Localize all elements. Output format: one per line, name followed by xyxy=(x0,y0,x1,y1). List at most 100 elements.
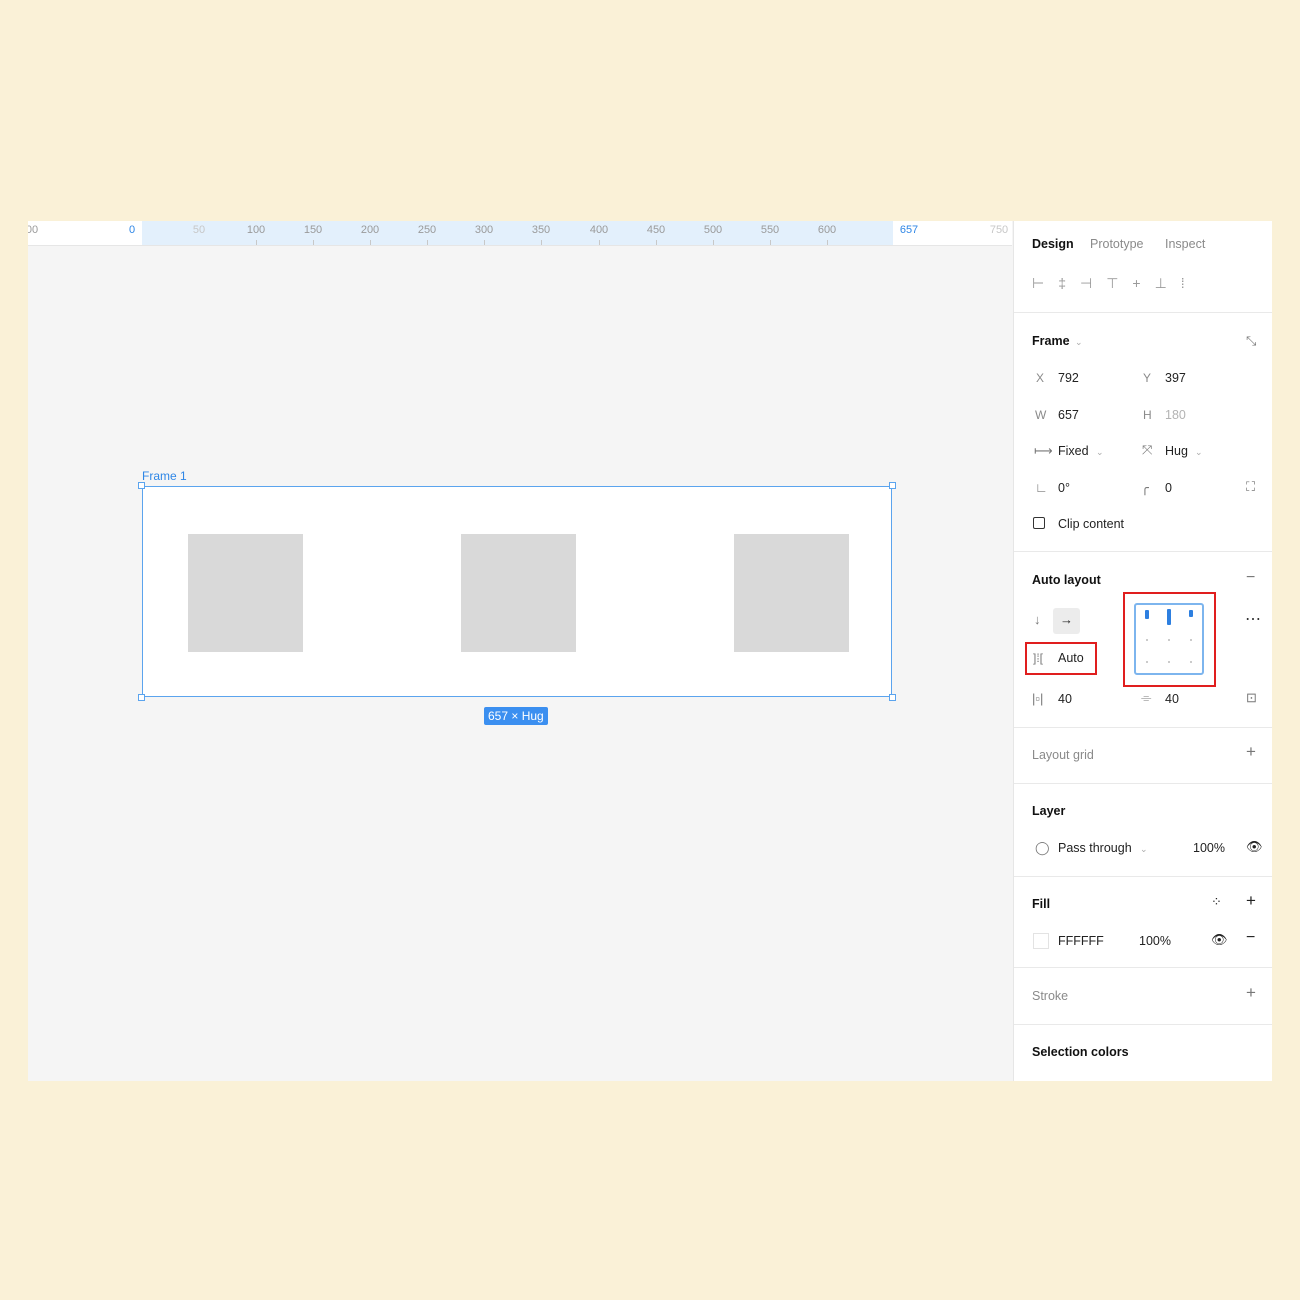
frame-section-title[interactable]: Frame xyxy=(1032,334,1070,348)
individual-padding-icon[interactable]: ⊡ xyxy=(1246,691,1257,705)
layer-title: Layer xyxy=(1032,804,1066,818)
tab-inspect[interactable]: Inspect xyxy=(1165,237,1205,251)
divider xyxy=(1014,783,1272,784)
divider xyxy=(1014,727,1272,728)
align-horizontal-center-icon[interactable]: ‡ xyxy=(1058,275,1080,291)
x-field[interactable]: 792 xyxy=(1058,371,1079,385)
fill-visibility-eye-icon[interactable]: 👁 xyxy=(1211,933,1228,947)
height-field[interactable]: 180 xyxy=(1165,408,1186,422)
ruler-tick: 500 xyxy=(703,224,723,236)
layer-opacity-field[interactable]: 100% xyxy=(1193,841,1225,855)
design-panel: Design Prototype Inspect ⊢‡⊣⊤+⊥⁞ Frame ⌄… xyxy=(1013,221,1272,1081)
ruler-tick: 750 xyxy=(989,224,1009,236)
chevron-down-icon[interactable]: ⌄ xyxy=(1195,447,1203,458)
ruler-tick: 00 xyxy=(28,224,39,236)
horizontal-ruler: 00 0 50 100 150 200 250 300 350 400 450 … xyxy=(28,221,1012,246)
figma-window: 00 0 50 100 150 200 250 300 350 400 450 … xyxy=(28,221,1272,1081)
align-top-icon[interactable]: ⊤ xyxy=(1106,275,1132,291)
ruler-mark xyxy=(313,240,314,245)
blend-mode-dropdown[interactable]: Pass through xyxy=(1058,841,1132,855)
align-bottom-icon[interactable]: ⊥ xyxy=(1155,275,1181,291)
ruler-mark xyxy=(256,240,257,245)
fill-title: Fill xyxy=(1032,897,1051,911)
ruler-mark xyxy=(484,240,485,245)
tab-design[interactable]: Design xyxy=(1032,237,1074,251)
add-fill-icon[interactable]: + xyxy=(1246,892,1256,909)
horizontal-resizing-icon: ⟼ xyxy=(1034,443,1053,458)
rotation-icon: ∟ xyxy=(1035,480,1048,495)
y-label: Y xyxy=(1143,371,1152,385)
vertical-padding-icon: ⌯ xyxy=(1141,690,1152,705)
remove-fill-icon[interactable]: − xyxy=(1246,930,1255,946)
independent-corners-icon[interactable]: ⛶ xyxy=(1246,480,1255,494)
h-label: H xyxy=(1143,408,1152,422)
ruler-mark xyxy=(713,240,714,245)
fill-color-swatch[interactable] xyxy=(1033,933,1049,949)
selected-frame[interactable] xyxy=(142,486,892,697)
add-stroke-icon[interactable]: + xyxy=(1246,984,1256,1001)
ruler-tick: 600 xyxy=(817,224,837,236)
tab-prototype[interactable]: Prototype xyxy=(1090,237,1144,251)
ruler-mark xyxy=(541,240,542,245)
fill-hex-field[interactable]: FFFFFF xyxy=(1058,934,1104,948)
style-grid-icon[interactable]: ⁘ xyxy=(1211,895,1222,909)
more-options-icon[interactable]: ⋯ xyxy=(1245,612,1261,628)
clip-content-label[interactable]: Clip content xyxy=(1058,517,1124,531)
clip-content-checkbox[interactable] xyxy=(1033,517,1045,529)
align-vertical-center-icon[interactable]: + xyxy=(1132,275,1154,291)
y-field[interactable]: 397 xyxy=(1165,371,1186,385)
horizontal-padding-field[interactable]: 40 xyxy=(1058,692,1072,706)
ruler-tick: 250 xyxy=(417,224,437,236)
ruler-tick: 450 xyxy=(646,224,666,236)
chevron-down-icon[interactable]: ⌄ xyxy=(1075,337,1083,348)
stroke-title: Stroke xyxy=(1032,989,1069,1003)
vertical-direction-icon[interactable]: ↓ xyxy=(1034,613,1041,627)
add-layout-grid-icon[interactable]: + xyxy=(1246,743,1256,760)
ruler-mark xyxy=(427,240,428,245)
arrow-right-icon[interactable]: → xyxy=(1060,613,1073,627)
w-label: W xyxy=(1035,408,1047,422)
resize-handle-top-left[interactable] xyxy=(138,482,145,489)
resize-handle-bottom-left[interactable] xyxy=(138,694,145,701)
x-label: X xyxy=(1036,371,1045,385)
divider xyxy=(1014,312,1272,313)
chevron-down-icon[interactable]: ⌄ xyxy=(1140,844,1148,855)
divider xyxy=(1014,967,1272,968)
corner-radius-field[interactable]: 0 xyxy=(1165,481,1172,495)
width-field[interactable]: 657 xyxy=(1058,408,1079,422)
child-rectangle-2[interactable] xyxy=(461,534,576,652)
annotation-highlight xyxy=(1025,642,1097,675)
ruler-mark xyxy=(827,240,828,245)
distribute-icon[interactable]: ⁞ xyxy=(1181,275,1199,291)
horizontal-padding-icon: |▫| xyxy=(1032,691,1044,706)
ruler-tick: 150 xyxy=(303,224,323,236)
vertical-resizing-icon: ⤧ xyxy=(1142,442,1153,457)
ruler-tick: 657 xyxy=(899,224,919,236)
rotation-field[interactable]: 0° xyxy=(1058,481,1070,495)
child-rectangle-1[interactable] xyxy=(188,534,303,652)
align-left-icon[interactable]: ⊢ xyxy=(1032,275,1058,291)
auto-layout-title: Auto layout xyxy=(1032,573,1101,587)
visibility-eye-icon[interactable]: 👁 xyxy=(1246,840,1263,854)
resize-handle-bottom-right[interactable] xyxy=(889,694,896,701)
ruler-tick: 300 xyxy=(474,224,494,236)
align-right-icon[interactable]: ⊣ xyxy=(1080,275,1106,291)
ruler-mark xyxy=(770,240,771,245)
resize-to-fit-icon[interactable]: ⤡ xyxy=(1246,334,1256,348)
annotation-highlight xyxy=(1123,592,1216,687)
child-rectangle-3[interactable] xyxy=(734,534,849,652)
resize-handle-top-right[interactable] xyxy=(889,482,896,489)
frame-name-label[interactable]: Frame 1 xyxy=(142,469,187,483)
fill-opacity-field[interactable]: 100% xyxy=(1139,934,1171,948)
divider xyxy=(1014,551,1272,552)
width-mode-dropdown[interactable]: Fixed xyxy=(1058,444,1089,458)
remove-auto-layout-icon[interactable]: − xyxy=(1246,570,1255,586)
alignment-toolbar[interactable]: ⊢‡⊣⊤+⊥⁞ xyxy=(1032,275,1199,292)
vertical-padding-field[interactable]: 40 xyxy=(1165,692,1179,706)
chevron-down-icon[interactable]: ⌄ xyxy=(1096,447,1104,458)
height-mode-dropdown[interactable]: Hug xyxy=(1165,444,1188,458)
ruler-tick: 0 xyxy=(128,224,136,236)
size-badge: 657 × Hug xyxy=(484,707,548,725)
ruler-mark xyxy=(370,240,371,245)
ruler-mark xyxy=(656,240,657,245)
